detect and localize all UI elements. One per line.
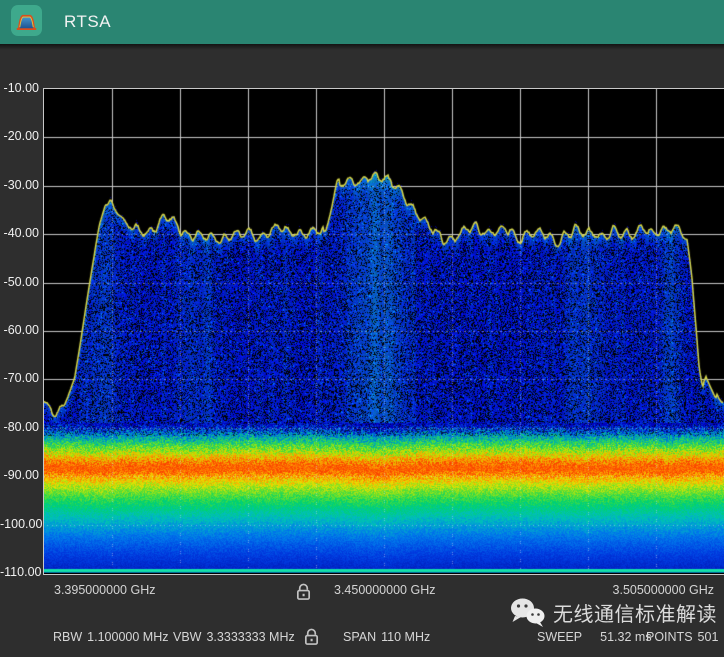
- span-value: 110 MHz: [381, 630, 430, 644]
- rtsa-app-icon: [11, 5, 42, 36]
- center-frequency-label[interactable]: 3.450000000 GHz: [334, 583, 435, 597]
- y-axis-label: -70.00: [0, 371, 39, 385]
- rbw-label: RBW: [53, 630, 82, 644]
- coupling-lock-icon[interactable]: [303, 628, 320, 651]
- header-shadow: [0, 44, 724, 50]
- start-frequency-label[interactable]: 3.395000000 GHz: [54, 583, 155, 597]
- y-axis-label: -40.00: [0, 226, 39, 240]
- y-axis-label: -80.00: [0, 420, 39, 434]
- sweep-value: 51.32 ms: [600, 630, 651, 644]
- y-axis-label: -90.00: [0, 468, 39, 482]
- rbw-setting[interactable]: RBW 1.100000 MHz: [53, 630, 168, 644]
- header-bar: RTSA: [0, 0, 724, 44]
- sweep-readout: SWEEP 51.32 ms: [537, 630, 652, 644]
- watermark: 无线通信标准解读: [509, 597, 717, 628]
- rbw-value: 1.100000 MHz: [87, 630, 168, 644]
- stop-frequency-label[interactable]: 3.505000000 GHz: [613, 583, 714, 597]
- vbw-setting[interactable]: VBW 3.3333333 MHz: [173, 630, 295, 644]
- frequency-lock-icon[interactable]: [295, 583, 312, 606]
- vbw-label: VBW: [173, 630, 201, 644]
- points-value: 501: [698, 630, 719, 644]
- watermark-text: 无线通信标准解读: [553, 598, 717, 627]
- y-axis-label: -10.00: [0, 81, 39, 95]
- vbw-value: 3.3333333 MHz: [206, 630, 294, 644]
- y-axis-label: -20.00: [0, 129, 39, 143]
- spectrum-canvas[interactable]: [44, 89, 724, 573]
- y-axis-label: -110.00: [0, 565, 39, 579]
- spectrum-logo-icon: [15, 9, 38, 32]
- app-title: RTSA: [64, 12, 111, 32]
- y-axis-label: -50.00: [0, 275, 39, 289]
- points-label: POINTS: [646, 630, 693, 644]
- points-readout: POINTS 501: [646, 630, 718, 644]
- y-axis-label: -60.00: [0, 323, 39, 337]
- y-axis-label: -100.00: [0, 517, 39, 531]
- wechat-icon: [509, 597, 546, 628]
- y-axis-label: -30.00: [0, 178, 39, 192]
- span-setting[interactable]: SPAN 110 MHz: [343, 630, 430, 644]
- span-label: SPAN: [343, 630, 376, 644]
- sweep-label: SWEEP: [537, 630, 582, 644]
